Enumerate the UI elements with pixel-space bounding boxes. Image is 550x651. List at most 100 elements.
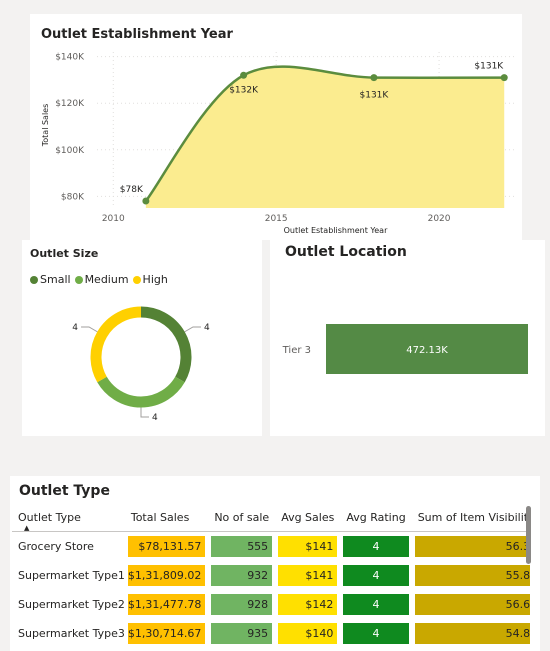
cell-value: $1,31,809.02 [127, 565, 206, 586]
column-header-label: Outlet Type [18, 510, 81, 524]
cell-avg-sales: $142 [275, 590, 340, 619]
data-point [240, 71, 248, 79]
column-header-label: Avg Rating [346, 510, 406, 524]
area-fill [145, 66, 505, 208]
cell-value: 4 [343, 623, 409, 644]
column-header-label: Avg Sales [281, 510, 335, 524]
outlet-type-card: Outlet Type Outlet Type ▲ Total Sales No … [10, 476, 540, 651]
cell-outlet-type: Supermarket Type3 [18, 627, 125, 640]
table-row: Supermarket Type3 $1,30,714.67 935 $140 … [12, 619, 530, 648]
outlet-type-title: Outlet Type [19, 483, 110, 499]
cell-value: $140 [278, 623, 338, 644]
sort-ascending-icon[interactable]: ▲ [24, 524, 29, 532]
cell-avg-sales: $141 [275, 561, 340, 590]
cell-item-visibility: 56.6 [412, 590, 530, 619]
establishment-year-chart: $80K $100K $120K $140K 2010 2015 2020 Outlet Es… [41, 52, 514, 235]
cell-total-sales: $1,30,714.67 [125, 619, 208, 648]
cell-value: 56.3 [414, 536, 530, 557]
cell-no-of-sale: 928 [208, 590, 275, 619]
donut-slice-high [90, 306, 142, 383]
y-tick-label: $80K [61, 192, 85, 202]
slice-label: 4 [152, 413, 158, 423]
cell-total-sales: $1,31,809.02 [125, 561, 208, 590]
cell-total-sales: $78,131.57 [125, 532, 208, 561]
column-header-avg-sales[interactable]: Avg Sales [275, 503, 341, 532]
cell-value: $141 [278, 565, 338, 586]
outlet-size-donut: 4 4 4 [72, 306, 210, 423]
column-header-no-of-sale[interactable]: No of sale [208, 503, 276, 532]
cell-value: 555 [211, 536, 273, 557]
slice-label: 4 [204, 323, 210, 333]
data-label: $78K [120, 185, 144, 195]
cell-value: $1,30,714.67 [127, 623, 206, 644]
cell-no-of-sale: 555 [208, 532, 275, 561]
data-label: $132K [229, 85, 259, 95]
column-header-total-sales[interactable]: Total Sales [124, 503, 209, 532]
table-row: Supermarket Type1 $1,31,809.02 932 $141 … [12, 561, 530, 590]
column-header-label: Total Sales [130, 510, 190, 524]
cell-value: $142 [278, 594, 338, 615]
cell-value: $1,31,477.78 [127, 594, 206, 615]
x-axis-label: Outlet Establishment Year [284, 226, 388, 235]
y-tick-label: $120K [55, 99, 85, 109]
column-header-outlet-type[interactable]: Outlet Type ▲ [12, 503, 125, 532]
donut-slice-small [140, 306, 192, 383]
x-tick-label: 2015 [265, 214, 288, 224]
data-point [142, 197, 150, 205]
table-row: Grocery Store $78,131.57 555 $141 4 56.3 [12, 532, 530, 561]
leader-line [140, 407, 149, 418]
cell-value: 4 [343, 565, 409, 586]
cell-value: 928 [211, 594, 273, 615]
cell-value: 54.8 [414, 623, 530, 644]
table-row: Supermarket Type2 $1,31,477.78 928 $142 … [12, 590, 530, 619]
column-header-avg-rating[interactable]: Avg Rating [340, 503, 412, 532]
data-point [370, 74, 378, 82]
cell-value: 4 [343, 594, 409, 615]
cell-item-visibility: 56.3 [412, 532, 530, 561]
cell-avg-rating: 4 [340, 532, 411, 561]
cell-outlet-type: Grocery Store [18, 540, 94, 553]
cell-value: 935 [211, 623, 273, 644]
y-tick-label: $140K [55, 53, 85, 63]
donut-slice-medium [97, 376, 185, 408]
category-label: Tier 3 [282, 345, 311, 356]
column-header-label: Sum of Item Visibilit [417, 510, 529, 524]
bar-data-label: 472.13K [406, 345, 448, 356]
cell-outlet-type: Supermarket Type2 [18, 598, 125, 611]
data-label: $131K [360, 91, 390, 101]
data-point [500, 74, 508, 82]
x-tick-label: 2020 [428, 214, 451, 224]
data-label: $131K [474, 62, 504, 72]
cell-avg-rating: 4 [340, 561, 411, 590]
cell-value: $78,131.57 [127, 536, 206, 557]
cell-item-visibility: 55.8 [412, 561, 530, 590]
cell-item-visibility: 54.8 [412, 619, 530, 648]
cell-avg-rating: 4 [340, 619, 411, 648]
column-header-item-visibility[interactable]: Sum of Item Visibilit [411, 503, 530, 532]
cell-value: $141 [278, 536, 338, 557]
outlet-size-card: Outlet Size Small Medium High 444 [22, 240, 262, 436]
table-vertical-scrollbar[interactable] [526, 506, 531, 564]
table-header-row: Outlet Type ▲ Total Sales No of sale Avg … [12, 503, 530, 532]
outlet-type-table: Outlet Type ▲ Total Sales No of sale Avg … [12, 503, 530, 648]
y-tick-label: $100K [55, 146, 85, 156]
outlet-location-chart: Tier 3 472.13K [282, 324, 528, 374]
cell-value: 55.8 [414, 565, 530, 586]
y-axis-label: Total Sales [41, 104, 50, 148]
cell-outlet-type: Supermarket Type1 [18, 569, 125, 582]
outlet-location-card: Outlet Location Tier 3 472.13K [270, 240, 545, 436]
column-header-label: No of sale [214, 510, 270, 524]
leader-line [184, 326, 201, 333]
cell-value: 56.6 [414, 594, 530, 615]
cell-no-of-sale: 935 [208, 619, 275, 648]
cell-total-sales: $1,31,477.78 [125, 590, 208, 619]
cell-value: 932 [211, 565, 273, 586]
leader-line [81, 326, 98, 333]
outlet-type-table-viewport: Outlet Type ▲ Total Sales No of sale Avg … [12, 503, 530, 648]
cell-avg-rating: 4 [340, 590, 411, 619]
cell-avg-sales: $140 [275, 619, 340, 648]
cell-value: 4 [343, 536, 409, 557]
establishment-year-card: Outlet Establishment Year $80K $100K $120K… [30, 14, 522, 240]
slice-label: 4 [72, 323, 78, 333]
cell-no-of-sale: 932 [208, 561, 275, 590]
